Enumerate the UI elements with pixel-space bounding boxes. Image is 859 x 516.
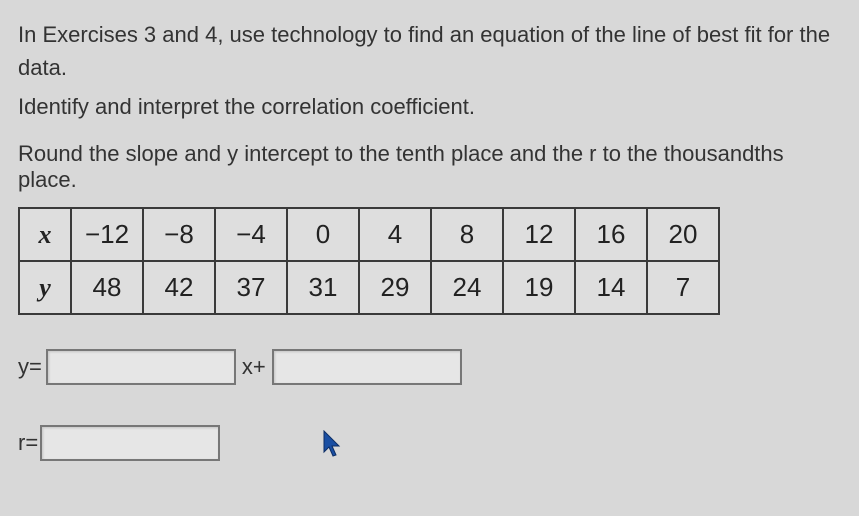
instruction-line-1: In Exercises 3 and 4, use technology to …	[18, 18, 847, 84]
cell-y-1: 42	[143, 261, 215, 314]
cell-x-6: 12	[503, 208, 575, 261]
r-equals-label: r=	[18, 430, 38, 456]
y-equals-label: y=	[18, 354, 42, 380]
correlation-row: r=	[18, 425, 847, 461]
cell-x-7: 16	[575, 208, 647, 261]
row-label-x: x	[19, 208, 71, 261]
cell-x-1: −8	[143, 208, 215, 261]
slope-input[interactable]	[46, 349, 236, 385]
cell-y-6: 19	[503, 261, 575, 314]
cell-y-3: 31	[287, 261, 359, 314]
data-table: x −12 −8 −4 0 4 8 12 16 20 y 48 42 37 31…	[18, 207, 720, 315]
cell-y-2: 37	[215, 261, 287, 314]
row-label-y: y	[19, 261, 71, 314]
table-row-x: x −12 −8 −4 0 4 8 12 16 20	[19, 208, 719, 261]
cell-y-0: 48	[71, 261, 143, 314]
cell-x-3: 0	[287, 208, 359, 261]
cell-y-7: 14	[575, 261, 647, 314]
cell-x-2: −4	[215, 208, 287, 261]
instruction-line-2: Identify and interpret the correlation c…	[18, 90, 847, 123]
cell-y-8: 7	[647, 261, 719, 314]
cell-x-5: 8	[431, 208, 503, 261]
cell-y-4: 29	[359, 261, 431, 314]
cursor-icon	[322, 430, 344, 458]
cell-x-0: −12	[71, 208, 143, 261]
rounding-instruction: Round the slope and y intercept to the t…	[18, 141, 847, 193]
cell-y-5: 24	[431, 261, 503, 314]
table-row-y: y 48 42 37 31 29 24 19 14 7	[19, 261, 719, 314]
equation-row: y= x+	[18, 349, 847, 385]
x-plus-label: x+	[242, 354, 266, 380]
intercept-input[interactable]	[272, 349, 462, 385]
cell-x-8: 20	[647, 208, 719, 261]
r-input[interactable]	[40, 425, 220, 461]
exercise-instructions: In Exercises 3 and 4, use technology to …	[18, 18, 847, 123]
cell-x-4: 4	[359, 208, 431, 261]
